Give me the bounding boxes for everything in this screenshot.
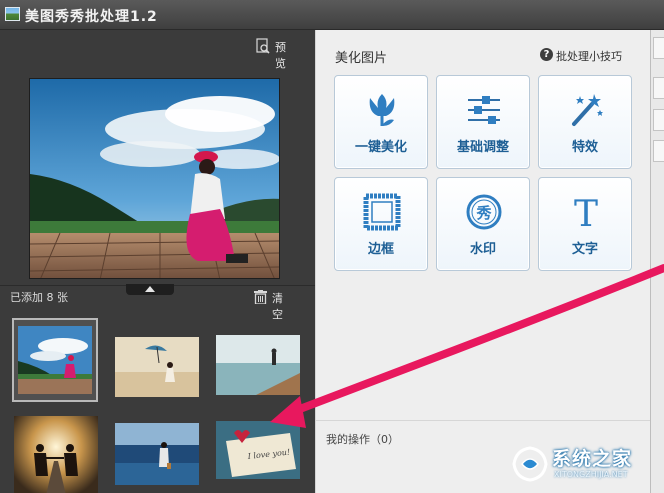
magic-wand-icon [572,94,603,126]
watermark-label: 水印 [469,242,496,257]
panel-title: 美化图片 [335,51,388,66]
basic-adjust-button[interactable]: 基础调整 [436,75,530,169]
thumbnail-i-love-you-note[interactable]: I love you! [216,421,300,479]
effects-label: 特效 [571,140,598,155]
text-t-icon: T [574,194,598,232]
photo-list-pane: 预览 已添加 8 张 清空 I love you! [0,30,315,493]
my-operations-label: 我的操作（0） [326,433,399,446]
question-icon: ? [540,48,553,61]
watermark-button[interactable]: 秀 水印 [436,177,530,271]
app-window: 美图秀秀批处理1.2 预览 已添加 8 张 清空 I love you! 美化图… [0,0,664,493]
svg-text:秀: 秀 [475,204,492,222]
beautify-panel: 美化图片 ? 批处理小技巧 一键美化 基础调整 特效 边框 秀 水印 T 文字 … [315,30,651,493]
trash-icon [254,290,267,304]
added-count-label: 已添加 8 张 [10,291,68,304]
effects-button[interactable]: 特效 [538,75,632,169]
strip-button-2[interactable] [653,77,664,99]
tulip-icon [369,94,395,126]
watermark-stamp-icon: 秀 [466,194,502,230]
strip-button-1[interactable] [653,37,664,59]
svg-text:T: T [574,194,598,232]
one-click-beautify-button[interactable]: 一键美化 [334,75,428,169]
caret-up-icon [145,286,155,292]
title-bar: 美图秀秀批处理1.2 [0,0,664,30]
app-photo-icon [5,7,20,21]
operations-divider [316,420,651,421]
strip-button-4[interactable] [653,140,664,162]
main-preview-photo [29,78,280,279]
app-title: 美图秀秀批处理1.2 [25,9,158,25]
thumbnail-girl-on-pier[interactable] [12,318,98,402]
frame-button[interactable]: 边框 [334,177,428,271]
watermark-url: XITONGZHIJIA.NET [554,470,628,479]
text-button[interactable]: T 文字 [538,177,632,271]
watermark-text: 系统之家 [552,448,633,470]
sliders-icon [468,96,500,124]
thumbnail-girl-at-sea[interactable] [115,423,199,485]
basic-adjust-label: 基础调整 [456,140,509,155]
one-click-beautify-label: 一键美化 [354,140,407,155]
thumbnail-girl-with-umbrella[interactable] [115,337,199,397]
batch-tips-label: 批处理小技巧 [556,50,622,63]
xitongzhijia-logo-icon [512,446,548,482]
magnifier-page-icon [256,38,270,54]
text-label: 文字 [571,242,598,257]
side-strip [650,30,664,493]
clear-label: 清空 [272,292,283,321]
thumbnail-seaside-walkway[interactable] [216,335,300,395]
preview-label: 预览 [275,41,286,70]
thumbnail-couple-on-railway[interactable] [14,416,98,493]
frame-icon [363,193,401,231]
site-watermark: 系统之家 XITONGZHIJIA.NET [510,440,660,488]
frame-label: 边框 [367,242,394,257]
strip-button-3[interactable] [653,109,664,131]
collapse-toggle[interactable] [126,284,174,295]
